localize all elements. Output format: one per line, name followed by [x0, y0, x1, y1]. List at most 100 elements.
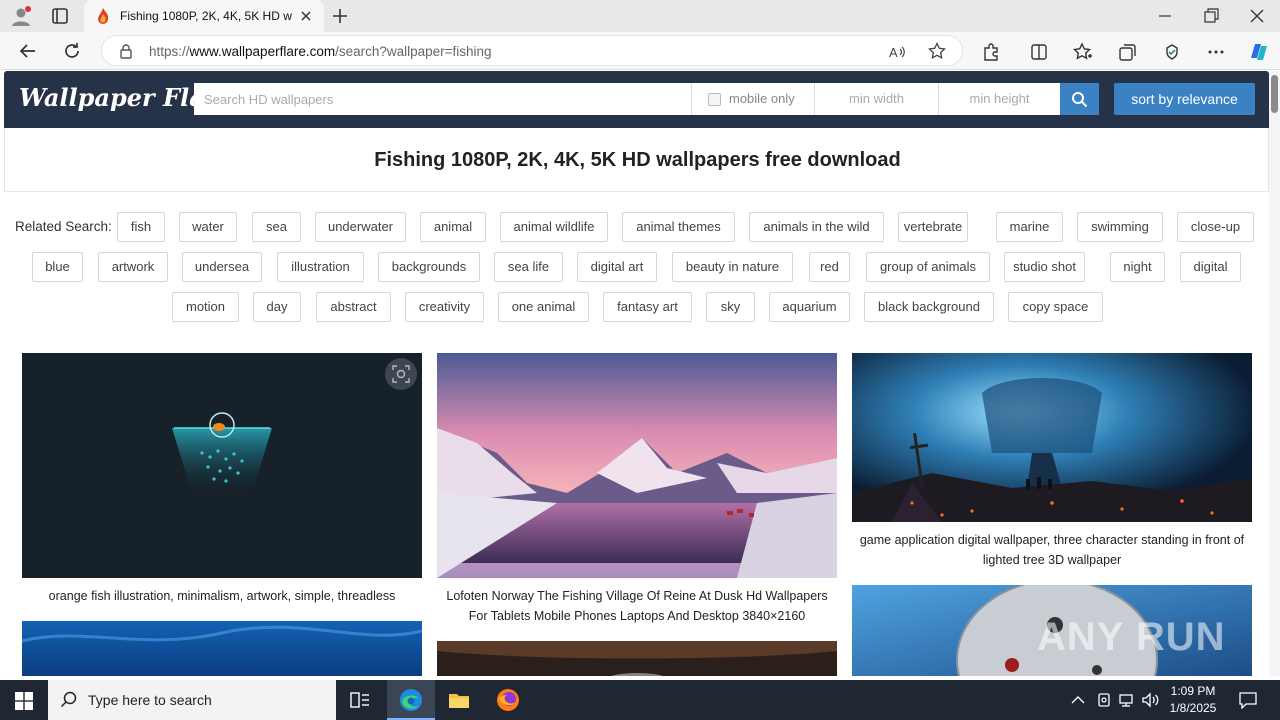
vertical-scrollbar[interactable]: [1269, 71, 1280, 676]
new-tab-icon[interactable]: [330, 6, 350, 26]
wallpaper-card[interactable]: [437, 641, 837, 676]
mobile-only-filter[interactable]: mobile only: [691, 83, 814, 115]
related-tag[interactable]: night: [1110, 252, 1165, 282]
related-tag[interactable]: sea life: [494, 252, 563, 282]
wallpaper-thumbnail[interactable]: [22, 621, 422, 676]
taskbar-app-explorer[interactable]: [435, 680, 483, 720]
search-input[interactable]: [194, 83, 691, 115]
taskbar-clock[interactable]: 1:09 PM 1/8/2025: [1158, 683, 1228, 717]
related-tag[interactable]: red: [809, 252, 850, 282]
related-tag[interactable]: close-up: [1177, 212, 1254, 242]
related-tag[interactable]: copy space: [1008, 292, 1103, 322]
min-width-input[interactable]: min width: [814, 83, 938, 115]
copilot-icon[interactable]: [1246, 40, 1270, 64]
related-tag[interactable]: swimming: [1077, 212, 1163, 242]
search-icon: [60, 691, 77, 708]
related-tag[interactable]: animals in the wild: [749, 212, 884, 242]
performance-icon[interactable]: [1162, 42, 1182, 62]
related-tag[interactable]: digital: [1180, 252, 1241, 282]
svg-text:A: A: [889, 45, 898, 60]
related-tag[interactable]: animal: [420, 212, 486, 242]
related-tag[interactable]: vertebrate: [898, 212, 968, 242]
related-tag[interactable]: animal wildlife: [500, 212, 608, 242]
taskbar-app-edge[interactable]: [387, 680, 435, 720]
mobile-only-checkbox[interactable]: [708, 93, 721, 106]
related-tag[interactable]: artwork: [98, 252, 168, 282]
related-tag[interactable]: beauty in nature: [672, 252, 793, 282]
tab-actions-icon[interactable]: [50, 6, 70, 26]
taskbar-search-box[interactable]: Type here to search: [48, 680, 336, 720]
related-tag[interactable]: one animal: [498, 292, 589, 322]
sort-button[interactable]: sort by relevance: [1114, 83, 1255, 115]
related-tag[interactable]: backgrounds: [378, 252, 480, 282]
related-tag[interactable]: black background: [864, 292, 994, 322]
firefox-icon: [497, 689, 519, 711]
page-viewport: Wallpaper Flare mobile only min width mi…: [0, 71, 1280, 676]
related-tag[interactable]: illustration: [277, 252, 364, 282]
task-view-icon: [350, 692, 369, 708]
url-text: https://www.wallpaperflare.com/search?wa…: [149, 44, 492, 59]
related-tag[interactable]: fantasy art: [603, 292, 692, 322]
url-input[interactable]: https://www.wallpaperflare.com/search?wa…: [101, 35, 963, 66]
related-tag[interactable]: studio shot: [1004, 252, 1085, 282]
related-search-label: Related Search:: [15, 219, 112, 234]
collections-icon[interactable]: [1118, 42, 1138, 62]
wallpaper-thumbnail[interactable]: [852, 353, 1252, 522]
heading-bar: Fishing 1080P, 2K, 4K, 5K HD wallpapers …: [4, 128, 1269, 192]
related-tag[interactable]: undersea: [182, 252, 262, 282]
related-tag[interactable]: day: [253, 292, 301, 322]
read-aloud-icon[interactable]: A: [888, 43, 906, 61]
profile-icon[interactable]: [10, 5, 32, 27]
wallpaper-caption[interactable]: Lofoten Norway The Fishing Village Of Re…: [437, 586, 837, 626]
windows-taskbar: Type here to search 1:09 PM 1/8/2025: [0, 680, 1280, 720]
scrollbar-thumb[interactable]: [1271, 75, 1278, 113]
favorites-icon[interactable]: [1073, 42, 1093, 62]
related-tag[interactable]: motion: [172, 292, 239, 322]
wallpaper-card[interactable]: ANY RUN: [852, 585, 1252, 676]
split-screen-icon[interactable]: [1029, 42, 1049, 62]
related-tag[interactable]: sea: [252, 212, 301, 242]
wallpaper-caption[interactable]: game application digital wallpaper, thre…: [852, 530, 1252, 570]
device-icon[interactable]: [1096, 692, 1112, 708]
active-tab[interactable]: Fishing 1080P, 2K, 4K, 5K HD wall: [84, 0, 324, 32]
related-tag[interactable]: aquarium: [769, 292, 850, 322]
related-tag[interactable]: abstract: [316, 292, 391, 322]
notifications-icon[interactable]: [1238, 691, 1258, 709]
start-button[interactable]: [0, 680, 48, 720]
close-tab-icon[interactable]: [298, 8, 314, 24]
task-view-button[interactable]: [336, 680, 384, 720]
wallpaper-thumbnail[interactable]: [437, 641, 837, 676]
related-tag[interactable]: digital art: [577, 252, 657, 282]
related-tag[interactable]: fish: [117, 212, 165, 242]
related-tag[interactable]: sky: [706, 292, 755, 322]
related-tag[interactable]: water: [179, 212, 237, 242]
windows-logo-icon: [15, 692, 33, 710]
favorite-star-icon[interactable]: [928, 42, 946, 60]
related-tag[interactable]: group of animals: [866, 252, 990, 282]
min-height-input[interactable]: min height: [938, 83, 1060, 115]
wallpaper-thumbnail[interactable]: [22, 353, 422, 578]
search-button[interactable]: [1060, 83, 1099, 115]
related-tag[interactable]: animal themes: [622, 212, 735, 242]
wallpaper-caption[interactable]: orange fish illustration, minimalism, ar…: [22, 586, 422, 606]
mobile-only-label: mobile only: [729, 91, 795, 106]
related-tag[interactable]: creativity: [405, 292, 484, 322]
file-explorer-icon: [449, 694, 469, 708]
site-header: Wallpaper Flare mobile only min width mi…: [4, 71, 1269, 128]
refresh-icon[interactable]: [62, 41, 82, 61]
lock-icon[interactable]: [118, 43, 134, 59]
network-icon[interactable]: [1118, 692, 1136, 708]
related-tag[interactable]: underwater: [315, 212, 406, 242]
related-tag[interactable]: marine: [996, 212, 1063, 242]
related-tag[interactable]: blue: [32, 252, 83, 282]
wallpaper-card[interactable]: [22, 621, 422, 676]
restore-icon[interactable]: [1201, 6, 1221, 26]
back-icon[interactable]: [18, 41, 38, 61]
extensions-icon[interactable]: [981, 42, 1001, 62]
close-window-icon[interactable]: [1247, 6, 1267, 26]
minimize-icon[interactable]: [1155, 6, 1175, 26]
show-hidden-icons-chevron-icon[interactable]: [1071, 694, 1085, 706]
wallpaper-thumbnail[interactable]: [437, 353, 837, 578]
more-options-icon[interactable]: [1206, 42, 1226, 62]
taskbar-app-firefox[interactable]: [484, 680, 532, 720]
